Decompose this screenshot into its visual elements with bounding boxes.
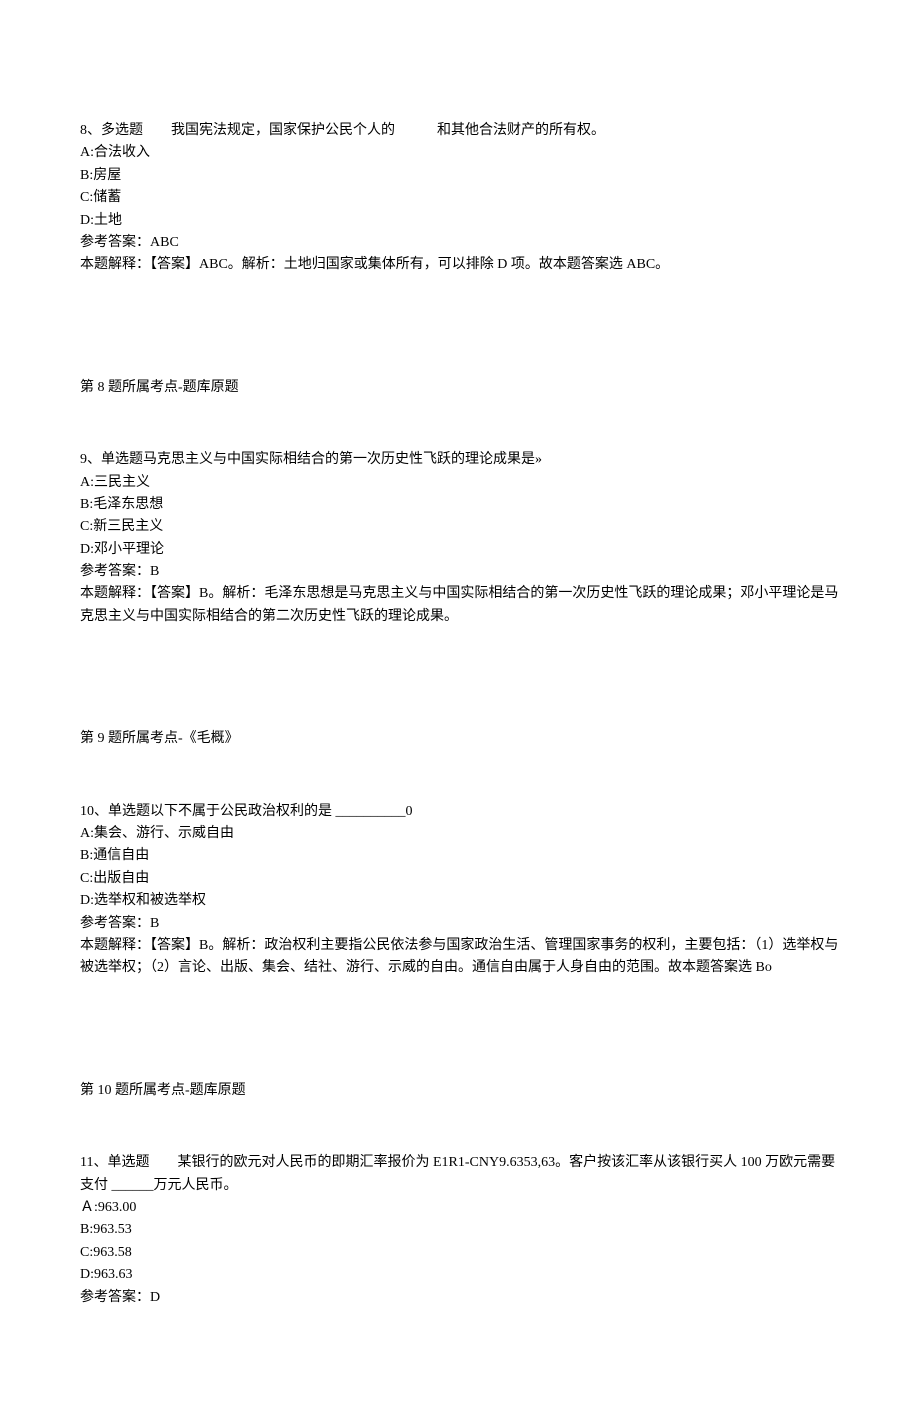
option-a: Ａ:963.00 — [80, 1197, 840, 1219]
answer-label: 参考答案：D — [80, 1287, 840, 1309]
option-c: C:新三民主义 — [80, 516, 840, 538]
option-c: C:储蓄 — [80, 187, 840, 209]
answer-label: 参考答案：ABC — [80, 232, 840, 254]
answer-label: 参考答案：B — [80, 913, 840, 935]
question-title: 11、单选题 某银行的欧元对人民币的即期汇率报价为 E1R1-CNY9.6353… — [80, 1152, 840, 1197]
question-10: 10、单选题以下不属于公民政治权利的是 __________0 A:集会、游行、… — [80, 801, 840, 1103]
topic-line: 第 9 题所属考点-《毛概》 — [80, 728, 840, 750]
question-title: 10、单选题以下不属于公民政治权利的是 __________0 — [80, 801, 840, 823]
option-d: D:邓小平理论 — [80, 539, 840, 561]
option-a: A:三民主义 — [80, 472, 840, 494]
option-d: D:963.63 — [80, 1264, 840, 1286]
explanation: 本题解释：【答案】ABC。解析：土地归国家或集体所有，可以排除 D 项。故本题答… — [80, 254, 840, 276]
topic-line: 第 8 题所属考点-题库原题 — [80, 377, 840, 399]
topic-line: 第 10 题所属考点-题库原题 — [80, 1080, 840, 1102]
question-11: 11、单选题 某银行的欧元对人民币的即期汇率报价为 E1R1-CNY9.6353… — [80, 1152, 840, 1309]
option-d: D:土地 — [80, 210, 840, 232]
option-a: A:集会、游行、示威自由 — [80, 823, 840, 845]
question-title: 8、多选题 我国宪法规定，国家保护公民个人的 和其他合法财产的所有权。 — [80, 120, 840, 142]
option-b: B:毛泽东思想 — [80, 494, 840, 516]
answer-label: 参考答案：B — [80, 561, 840, 583]
option-c: C:963.58 — [80, 1242, 840, 1264]
question-title: 9、单选题马克思主义与中国实际相结合的第一次历史性飞跃的理论成果是» — [80, 449, 840, 471]
explanation: 本题解释：【答案】B。解析：政治权利主要指公民依法参与国家政治生活、管理国家事务… — [80, 935, 840, 980]
option-b: B:房屋 — [80, 165, 840, 187]
option-d: D:选举权和被选举权 — [80, 890, 840, 912]
option-c: C:出版自由 — [80, 868, 840, 890]
question-8: 8、多选题 我国宪法规定，国家保护公民个人的 和其他合法财产的所有权。 A:合法… — [80, 120, 840, 399]
question-9: 9、单选题马克思主义与中国实际相结合的第一次历史性飞跃的理论成果是» A:三民主… — [80, 449, 840, 751]
option-b: B:963.53 — [80, 1219, 840, 1241]
option-b: B:通信自由 — [80, 845, 840, 867]
explanation: 本题解释：【答案】B。解析：毛泽东思想是马克思主义与中国实际相结合的第一次历史性… — [80, 583, 840, 628]
option-a: A:合法收入 — [80, 142, 840, 164]
